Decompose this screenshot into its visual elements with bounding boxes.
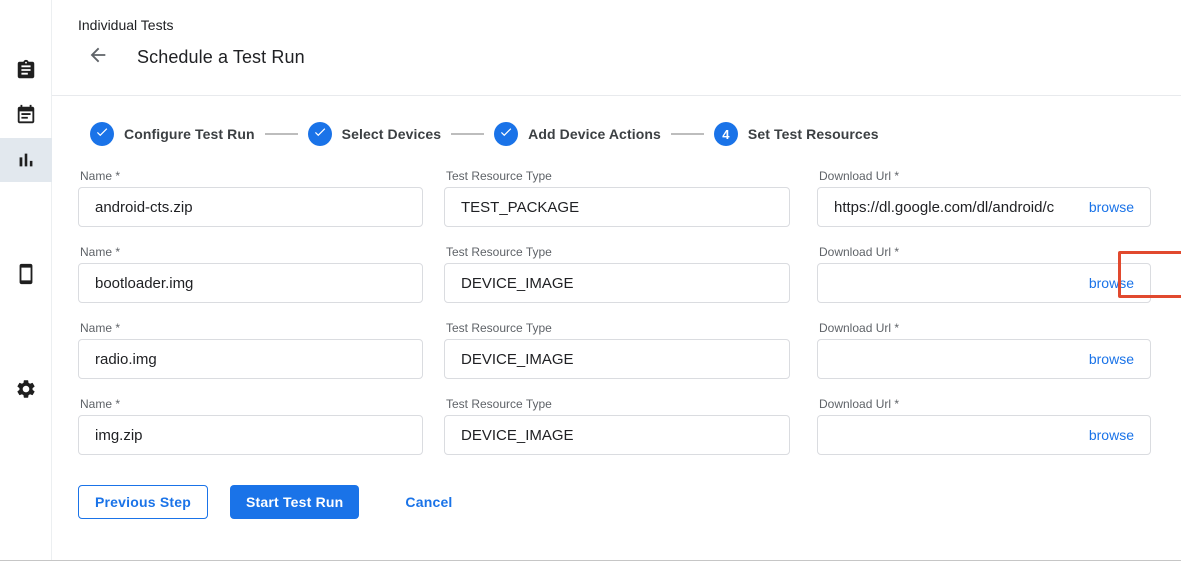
name-input[interactable]: android-cts.zip [78,187,423,227]
step-label: Set Test Resources [748,126,879,142]
download-url-input[interactable]: browse [817,415,1151,455]
app-window: Individual Tests Schedule a Test Run Con… [0,0,1181,561]
name-input[interactable]: bootloader.img [78,263,423,303]
step-connector [265,133,298,135]
check-icon [313,125,327,144]
back-button[interactable] [86,45,110,69]
step-complete-circle [90,122,114,146]
resource-type-select[interactable]: DEVICE_IMAGE [444,339,790,379]
check-icon [499,125,513,144]
download-url-input[interactable]: browse [817,339,1151,379]
name-input[interactable]: img.zip [78,415,423,455]
step-connector [671,133,704,135]
name-value: radio.img [95,351,406,368]
start-test-run-button[interactable]: Start Test Run [230,485,359,519]
resource-row: Name * android-cts.zip Test Resource Typ… [78,169,1181,227]
resource-row: Name * img.zip Test Resource Type DEVICE… [78,397,1181,455]
name-value: img.zip [95,427,406,444]
url-value: https://dl.google.com/dl/android/c [834,199,1081,216]
step-add-device-actions[interactable]: Add Device Actions [494,122,661,146]
type-label: Test Resource Type [446,321,790,335]
resource-type-select[interactable]: TEST_PACKAGE [444,187,790,227]
arrow-back-icon [87,44,109,71]
download-url-input[interactable]: https://dl.google.com/dl/android/c brows… [817,187,1151,227]
cancel-button[interactable]: Cancel [397,485,460,519]
step-label: Add Device Actions [528,126,661,142]
check-icon [95,125,109,144]
action-bar: Previous Step Start Test Run Cancel [78,485,1181,519]
url-label: Download Url * [819,169,1151,183]
step-label: Select Devices [342,126,441,142]
type-value: DEVICE_IMAGE [461,351,773,368]
breadcrumb: Individual Tests [78,17,1181,33]
download-url-input[interactable]: browse [817,263,1151,303]
step-complete-circle [494,122,518,146]
sidebar-item-settings[interactable] [0,367,52,411]
name-label: Name * [80,169,423,183]
browse-button[interactable]: browse [1089,351,1134,367]
name-label: Name * [80,245,423,259]
step-complete-circle [308,122,332,146]
assignment-icon [15,59,37,81]
test-resources-form: Name * android-cts.zip Test Resource Typ… [78,169,1181,455]
browse-button[interactable]: browse [1089,427,1134,443]
browse-button[interactable]: browse [1089,199,1134,215]
step-number: 4 [722,127,729,142]
main-content: Individual Tests Schedule a Test Run Con… [52,0,1181,560]
gear-icon [15,378,37,400]
resource-row: Name * radio.img Test Resource Type DEVI… [78,321,1181,379]
stepper: Configure Test Run Select Devices Ad [90,122,1181,146]
step-label: Configure Test Run [124,126,255,142]
name-value: android-cts.zip [95,199,406,216]
page-title: Schedule a Test Run [137,47,305,68]
page-header: Individual Tests Schedule a Test Run [52,0,1181,96]
url-label: Download Url * [819,245,1151,259]
name-label: Name * [80,321,423,335]
resource-row: Name * bootloader.img Test Resource Type… [78,245,1181,303]
type-label: Test Resource Type [446,397,790,411]
bar-chart-icon [15,149,37,171]
type-value: TEST_PACKAGE [461,199,773,216]
previous-step-button[interactable]: Previous Step [78,485,208,519]
sidebar-item-test-runs[interactable] [0,138,52,182]
sidebar-item-devices[interactable] [0,252,52,296]
browse-button-highlighted[interactable]: browse [1089,275,1134,291]
name-value: bootloader.img [95,275,406,292]
step-connector [451,133,484,135]
type-value: DEVICE_IMAGE [461,427,773,444]
resource-type-select[interactable]: DEVICE_IMAGE [444,263,790,303]
name-input[interactable]: radio.img [78,339,423,379]
calendar-icon [15,104,37,126]
sidebar [0,0,52,560]
sidebar-item-plans[interactable] [0,93,52,137]
name-label: Name * [80,397,423,411]
url-label: Download Url * [819,397,1151,411]
smartphone-icon [15,263,37,285]
url-label: Download Url * [819,321,1151,335]
step-set-test-resources[interactable]: 4 Set Test Resources [714,122,879,146]
step-configure-test-run[interactable]: Configure Test Run [90,122,255,146]
resource-type-select[interactable]: DEVICE_IMAGE [444,415,790,455]
step-select-devices[interactable]: Select Devices [308,122,441,146]
type-value: DEVICE_IMAGE [461,275,773,292]
type-label: Test Resource Type [446,245,790,259]
type-label: Test Resource Type [446,169,790,183]
sidebar-item-tests[interactable] [0,48,52,92]
step-current-circle: 4 [714,122,738,146]
